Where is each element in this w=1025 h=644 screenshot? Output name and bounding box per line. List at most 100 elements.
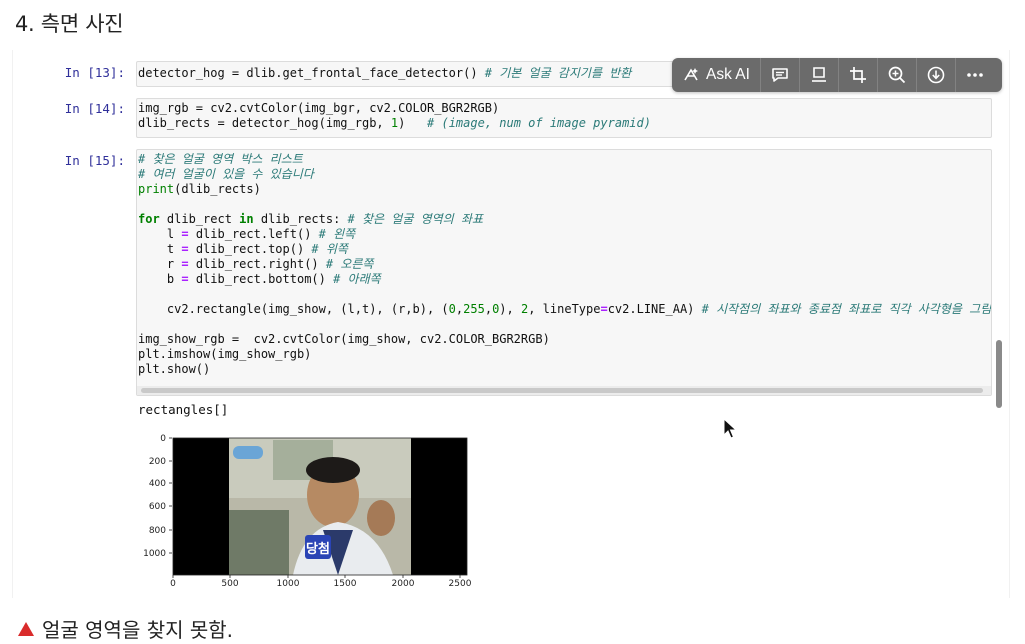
code-token: print [138,182,175,196]
code-token: dlib_rect.top() [188,242,312,256]
mouse-cursor-icon [723,418,737,439]
code-lines: img_rgb = cv2.cvtColor(img_bgr, cv2.COLO… [138,101,651,131]
code-line: print(dlib_rects) [138,182,991,197]
ask-ai-button[interactable]: Ask AI [672,58,761,92]
comment-button[interactable] [761,58,800,92]
cell-prompt: In [13]: [64,65,125,80]
code-token: # 위쪽 [311,242,348,256]
code-line: # 찾은 얼굴 영역 박스 리스트 [138,152,991,167]
code-token: ), [499,302,521,316]
y-tick-label: 0 [160,434,166,444]
x-tick-label: 0 [170,579,176,589]
code-token: (dlib_rects) [174,182,261,196]
image-badge-text: 당첨 [306,541,330,557]
code-token: 255 [463,302,485,316]
code-line: img_rgb = cv2.cvtColor(img_bgr, cv2.COLO… [138,101,651,116]
code-token: # 찾은 얼굴 영역 박스 리스트 [138,152,303,166]
code-token: dlib_rect [159,212,240,226]
code-line: l = dlib_rect.left() # 왼쪽 [138,227,991,242]
code-token: # 기본 얼굴 감지기를 반환 [484,66,632,80]
y-tick-label: 600 [149,502,166,512]
cell-prompt: In [15]: [64,153,125,168]
code-token: ) [398,116,428,130]
y-tick-label: 1000 [143,549,166,559]
code-cell[interactable]: # 찾은 얼굴 영역 박스 리스트 # 여러 얼굴이 있을 수 있습니다 print… [136,149,992,396]
y-axis: 0 200 400 600 800 1000 [143,434,172,559]
code-token: # 시작점의 좌표와 종료점 좌표로 직각 사각형을 그림 [701,302,992,316]
code-token: l [138,227,182,241]
code-token: dlib_rect.left() [188,227,319,241]
note-icon [811,67,826,82]
code-token: , lineType [528,302,601,316]
code-token: img_rgb = cv2.cvtColor(img_bgr, cv2.COLO… [138,101,500,115]
video-frame-image: 당첨 [173,438,467,575]
code-token: # (image, num of image pyramid) [427,116,651,130]
x-tick-label: 2000 [392,579,415,589]
y-tick-label: 200 [149,457,166,467]
ask-ai-label: Ask AI [706,66,750,83]
code-line: detector_hog = dlib.get_frontal_face_det… [138,66,631,81]
code-token: # 여러 얼굴이 있을 수 있습니다 [138,167,314,181]
code-token: cv2.rectangle(img_show, (l,t), (r,b), ( [138,302,449,316]
code-token: # 찾은 얼굴 영역의 좌표 [347,212,484,226]
caption-text: 얼굴 영역을 찾지 못함. [42,618,234,642]
note-button[interactable] [800,58,839,92]
code-token: = [600,302,608,316]
horizontal-scrollbar-thumb[interactable] [141,388,983,393]
code-line: # 여러 얼굴이 있을 수 있습니다 [138,167,991,182]
plot-output: 0 200 400 600 800 1000 0 500 1000 1500 2… [143,434,472,589]
code-line: b = dlib_rect.bottom() # 아래쪽 [138,272,991,287]
x-tick-label: 1500 [334,579,357,589]
code-token: 0 [448,302,456,316]
code-lines: detector_hog = dlib.get_frontal_face_det… [138,66,631,81]
code-token: dlib_rect.bottom() [188,272,334,286]
notebook-area: In [13]: detector_hog = dlib.get_frontal… [12,50,1010,598]
section-heading: 4. 측면 사진 [15,12,124,36]
download-icon [927,66,945,84]
crop-button[interactable] [839,58,878,92]
code-token: t [138,242,182,256]
x-tick-label: 2500 [449,579,472,589]
download-button[interactable] [917,58,956,92]
y-tick-label: 800 [149,526,166,536]
code-token: dlib_rects: [253,212,348,226]
y-tick-label: 400 [149,479,166,489]
code-line: r = dlib_rect.right() # 오른쪽 [138,257,991,272]
floating-toolbar: Ask AI [672,58,1002,92]
cell-output-text: rectangles[] [138,402,229,417]
code-token: = [181,257,189,271]
zoom-in-button[interactable] [878,58,917,92]
x-tick-label: 1000 [277,579,300,589]
code-token: plt.show() [138,362,211,376]
code-token: b [138,272,182,286]
code-token: cv2.LINE_AA) [607,302,702,316]
code-cell[interactable]: img_rgb = cv2.cvtColor(img_bgr, cv2.COLO… [136,98,992,138]
code-token: # 아래쪽 [333,272,381,286]
horizontal-scrollbar[interactable] [137,386,991,395]
code-line: plt.imshow(img_show_rgb) [138,347,991,362]
code-lines: # 찾은 얼굴 영역 박스 리스트 # 여러 얼굴이 있을 수 있습니다 print… [138,152,991,377]
x-axis: 0 500 1000 1500 2000 2500 [170,575,472,589]
more-button[interactable] [956,58,994,92]
code-token: r [138,257,182,271]
comment-icon [772,68,788,82]
code-line: for dlib_rect in dlib_rects: # 찾은 얼굴 영역의… [138,212,991,227]
more-icon [967,73,983,77]
code-token: = [181,272,189,286]
code-token: # 왼쪽 [318,227,356,241]
code-token: plt.imshow(img_show_rgb) [138,347,312,361]
code-token: img_show_rgb = cv2.cvtColor(img_show, cv… [138,332,550,346]
code-token: in [239,212,254,226]
vertical-scrollbar-thumb[interactable] [996,340,1002,408]
crop-icon [849,67,866,83]
code-line: cv2.rectangle(img_show, (l,t), (r,b), (0… [138,302,991,317]
zoom-in-icon [888,66,906,84]
code-token: detector_hog = dlib.get_frontal_face_det… [138,66,485,80]
code-token: = [181,227,189,241]
code-token: # 오른쪽 [325,257,374,271]
red-triangle-icon [18,621,34,636]
ask-ai-icon [684,68,698,81]
